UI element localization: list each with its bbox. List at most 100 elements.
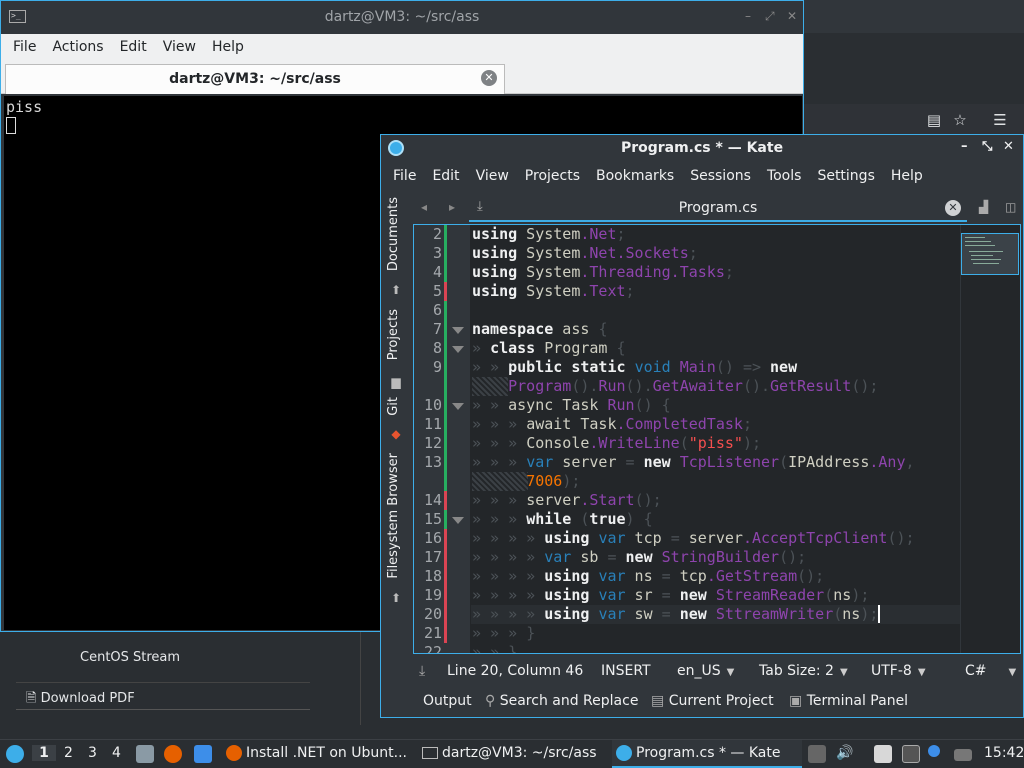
input-mode[interactable]: INSERT — [601, 663, 651, 679]
close-icon[interactable]: ✕ — [787, 9, 797, 23]
kate-menu-edit[interactable]: Edit — [424, 162, 467, 191]
split-view-icon[interactable]: ◫ — [1005, 200, 1016, 214]
clipboard-icon[interactable] — [808, 745, 826, 763]
maximize-icon[interactable]: ⤢ — [765, 9, 775, 24]
close-icon[interactable]: ✕ — [1003, 139, 1014, 154]
line-number: 17 — [423, 548, 442, 566]
tab-scroll-left-icon[interactable]: ◂ — [421, 200, 427, 214]
terminal-menu-help[interactable]: Help — [204, 34, 252, 62]
terminal-menu-edit[interactable]: Edit — [112, 34, 155, 62]
sidebar-tab-projects[interactable]: Projects — [386, 309, 401, 360]
kate-icon — [616, 745, 632, 761]
reader-view-icon[interactable]: ▤ — [924, 110, 944, 130]
desktop-1[interactable]: 1 — [32, 745, 56, 761]
terminal-output-line: piss — [6, 98, 43, 116]
kate-menu-tools[interactable]: Tools — [759, 162, 810, 191]
keyboard-icon[interactable] — [954, 749, 972, 761]
fold-marker-icon[interactable] — [452, 517, 464, 524]
sidebar-tab-documents[interactable]: Documents — [386, 197, 401, 271]
task-terminal[interactable]: dartz@VM3: ~/src/ass — [418, 740, 608, 768]
minimap-viewport[interactable] — [961, 233, 1019, 275]
download-icon[interactable]: ⤓ — [419, 663, 425, 679]
fold-marker-icon[interactable] — [452, 327, 464, 334]
code-line-9-wrap: Program().Run().GetAwaiter().GetResult()… — [508, 377, 879, 395]
restore-icon[interactable]: ⤡ — [982, 139, 992, 154]
kate-menubar: File Edit View Projects Bookmarks Sessio… — [381, 162, 1023, 191]
toolview-current-project[interactable]: ▤ Current Project — [651, 693, 774, 709]
code-line-10: » » async Task Run() { — [472, 396, 671, 414]
terminal-menu-file[interactable]: File — [5, 34, 44, 62]
syntax-select[interactable]: C# ▼ — [965, 663, 1016, 679]
terminal-titlebar[interactable]: >_ dartz@VM3: ~/src/ass – ⤢ ✕ — [1, 1, 803, 34]
task-firefox[interactable]: Install .NET on Ubunt... — [222, 740, 412, 768]
chevron-down-icon: ▼ — [839, 667, 848, 678]
kate-menu-sessions[interactable]: Sessions — [682, 162, 759, 191]
clock[interactable]: 15:42 — [984, 745, 1024, 761]
kate-tabbar: ◂ ▸ ⤓ Program.cs ✕ ▟ ◫ — [413, 195, 1023, 223]
notes-icon[interactable] — [874, 745, 892, 763]
code-line-22: » » } — [472, 643, 518, 654]
document-tab-program-cs[interactable]: ⤓ Program.cs ✕ — [469, 195, 967, 222]
fold-marker-icon[interactable] — [452, 403, 464, 410]
centos-stream-link[interactable]: CentOS Stream — [80, 650, 180, 665]
tab-size-value: Tab Size: 2 — [759, 663, 834, 679]
fold-marker-icon[interactable] — [452, 346, 464, 353]
updates-icon[interactable] — [928, 745, 940, 757]
line-number: 11 — [423, 415, 442, 433]
hamburger-menu-icon[interactable]: ☰ — [990, 110, 1010, 130]
sidebar-tab-git[interactable]: Git — [386, 397, 401, 416]
dictionary-select[interactable]: en_US ▼ — [677, 663, 734, 679]
tab-size-select[interactable]: Tab Size: 2 ▼ — [759, 663, 848, 679]
desktop-4[interactable]: 4 — [112, 745, 121, 761]
unsaved-change-marker — [444, 491, 447, 510]
document-tab-close-icon[interactable]: ✕ — [945, 200, 961, 216]
network-icon[interactable] — [902, 745, 920, 763]
code-editor[interactable]: 2 3 4 5 6 7 8 9 10 11 12 13 14 15 16 17 … — [413, 224, 1021, 654]
bookmark-star-icon[interactable]: ☆ — [950, 110, 970, 130]
download-pdf-button[interactable]: 🗎 Download PDF — [16, 682, 310, 710]
kate-menu-settings[interactable]: Settings — [809, 162, 882, 191]
toolview-output[interactable]: Output — [423, 693, 472, 709]
line-number: 22 — [423, 643, 442, 654]
code-line-21: » » » } — [472, 624, 536, 642]
download-pdf-label: Download PDF — [40, 691, 135, 706]
encoding-select[interactable]: UTF-8 ▼ — [871, 663, 926, 679]
app-launcher-icon[interactable] — [6, 745, 24, 763]
terminal-menu-view[interactable]: View — [155, 34, 204, 62]
save-icon[interactable]: ⤓ — [477, 199, 483, 214]
minimize-icon[interactable]: – — [961, 139, 968, 154]
terminal-tab-close-icon[interactable]: ✕ — [481, 70, 497, 86]
desktop-2[interactable]: 2 — [64, 745, 73, 761]
show-desktop-icon[interactable] — [194, 745, 212, 763]
terminal-tab[interactable]: dartz@VM3: ~/src/ass ✕ — [5, 64, 505, 94]
line-number: 7 — [432, 320, 442, 338]
code-line-5: using System.Text; — [472, 282, 635, 300]
code-line-16: » » » » using var tcp = server.AcceptTcp… — [472, 529, 915, 547]
file-manager-icon[interactable] — [136, 745, 154, 763]
kate-statusbar: ⤓ Line 20, Column 46 INSERT en_US ▼ Tab S… — [413, 658, 1023, 684]
minimap[interactable] — [960, 225, 1020, 653]
terminal-tabbar: dartz@VM3: ~/src/ass ✕ — [1, 62, 803, 94]
desktop-3[interactable]: 3 — [88, 745, 97, 761]
task-kate-label: Program.cs * — Kate — [636, 745, 781, 761]
quick-open-icon[interactable]: ▟ — [979, 200, 988, 214]
kate-menu-view[interactable]: View — [468, 162, 517, 191]
sidebar-tab-filesystem-browser[interactable]: Filesystem Browser — [386, 453, 401, 579]
text-cursor — [878, 605, 881, 623]
toolview-search-and-replace[interactable]: ⚲ Search and Replace — [485, 693, 638, 709]
firefox-icon[interactable] — [164, 745, 182, 763]
kate-menu-help[interactable]: Help — [883, 162, 931, 191]
line-number: 10 — [423, 396, 442, 414]
kate-menu-bookmarks[interactable]: Bookmarks — [588, 162, 682, 191]
volume-icon[interactable]: 🔊 — [836, 745, 853, 761]
kate-menu-projects[interactable]: Projects — [517, 162, 588, 191]
kate-titlebar[interactable]: Program.cs * — Kate – ⤡ ✕ — [381, 135, 1023, 162]
toolview-terminal-panel[interactable]: ▣ Terminal Panel — [789, 693, 908, 709]
tab-scroll-right-icon[interactable]: ▸ — [449, 200, 455, 214]
kate-menu-file[interactable]: File — [385, 162, 424, 191]
minimize-icon[interactable]: – — [745, 9, 751, 23]
terminal-menu-actions[interactable]: Actions — [44, 34, 111, 62]
cursor-position[interactable]: Line 20, Column 46 — [447, 663, 583, 679]
terminal-window-title: dartz@VM3: ~/src/ass — [324, 9, 480, 25]
task-kate[interactable]: Program.cs * — Kate — [612, 740, 802, 768]
